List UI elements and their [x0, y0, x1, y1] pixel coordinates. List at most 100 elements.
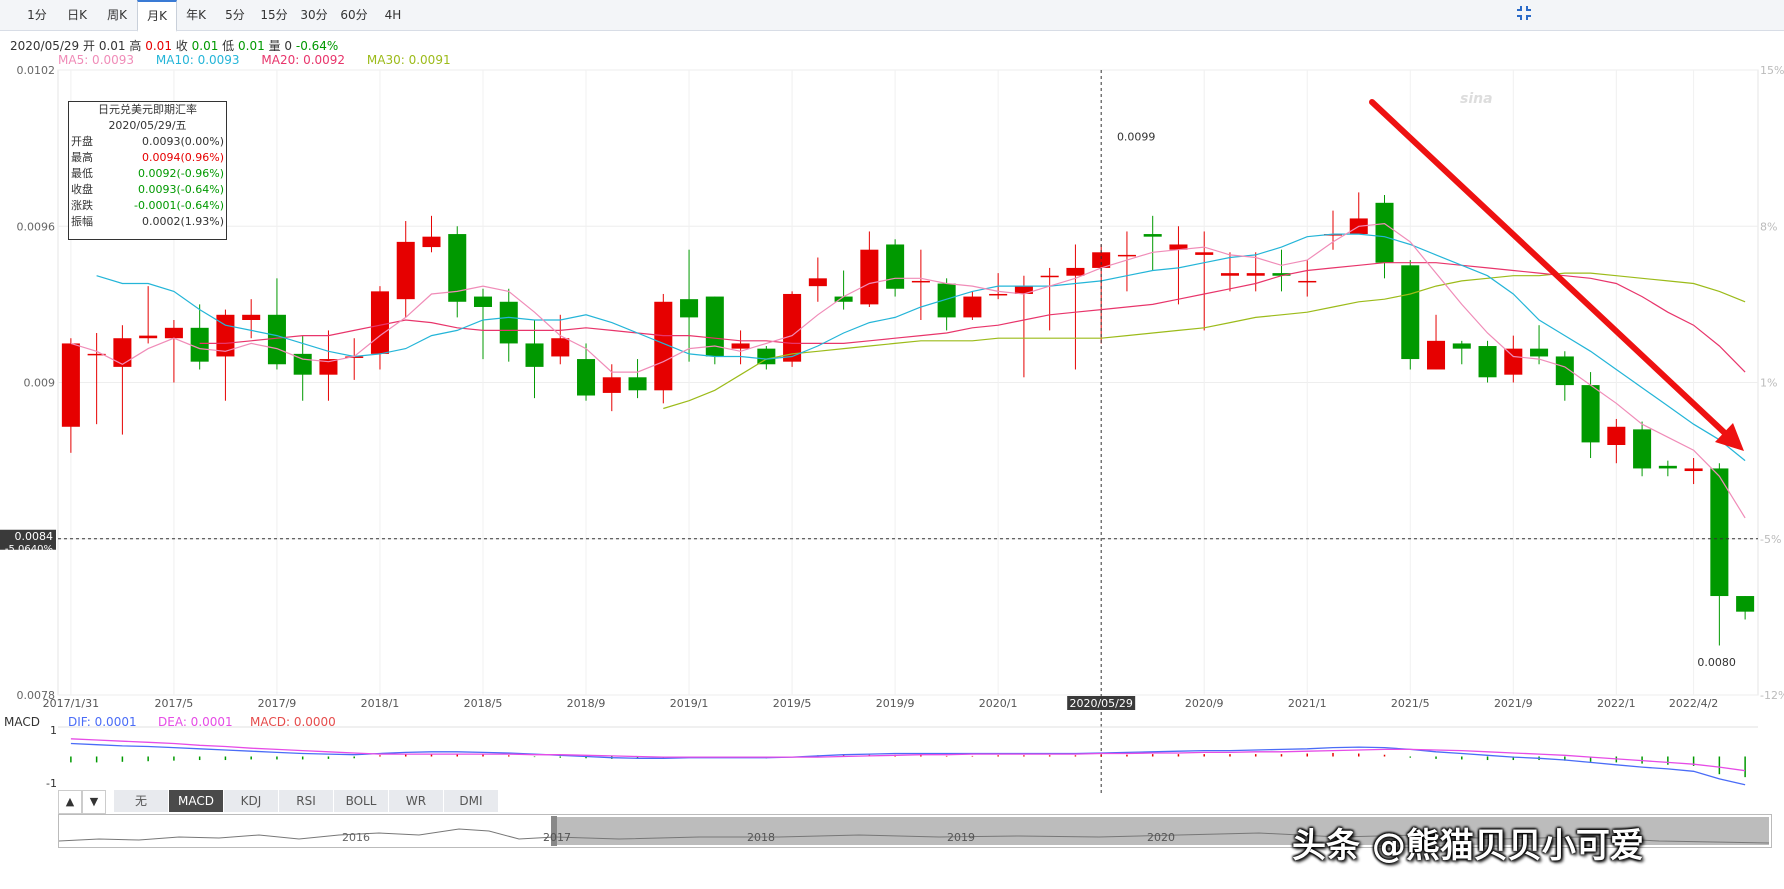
watermark-text: 头条 @熊猫贝贝小可爱: [1292, 826, 1644, 866]
navigator-year: 2017: [543, 831, 571, 844]
candle-body: [87, 353, 106, 356]
candle-body: [422, 236, 441, 248]
info-high: 0.01: [145, 39, 172, 53]
tooltip-key: 开盘: [71, 135, 93, 148]
candle-body: [577, 359, 596, 396]
tooltip-key: 最高: [71, 151, 93, 164]
scroll-down-button[interactable]: ▼: [82, 790, 106, 814]
indicator-tab-wr[interactable]: WR: [389, 790, 444, 812]
x-tick-label: 2017/5: [155, 697, 194, 710]
x-tick-label: 2019/5: [773, 697, 812, 710]
candle-body: [1555, 356, 1574, 386]
info-vol: 0: [284, 39, 293, 53]
tooltip-key: 涨跌: [71, 199, 93, 212]
candle-body: [1169, 244, 1188, 250]
info-open-label: 开: [83, 39, 96, 53]
crosshair-date-box: [1067, 696, 1136, 710]
macd-value-legend: MACD: 0.0000: [250, 715, 336, 729]
crosshair-pct-label: -5.0640%: [5, 544, 53, 555]
tooltip-row-change: 涨跌 -0.0001(-0.64%): [69, 198, 226, 214]
candle-body: [1349, 218, 1368, 235]
navigator-year: 2019: [947, 831, 975, 844]
tab-15min[interactable]: 15分: [255, 0, 293, 30]
candle-body: [731, 343, 750, 349]
tooltip-row-low: 最低 0.0092(-0.96%): [69, 166, 226, 182]
tooltip-row-high: 最高 0.0094(0.96%): [69, 150, 226, 166]
x-tick-label: 2022/1: [1597, 697, 1636, 710]
ma10-line: [96, 233, 1746, 462]
candlestick-chart[interactable]: 0.0102 0.0096 0.009 0.0078 15% 8% 1% -5% -12% 201…: [0, 0, 1784, 889]
tooltip-value: -0.0001(-0.64%): [134, 199, 224, 212]
candle-body: [628, 377, 647, 391]
ohlc-info-line: 2020/05/29 开 0.01 高 0.01 收 0.01 低 0.01 量…: [10, 37, 338, 54]
ma20-line: [199, 262, 1746, 373]
candle-body: [963, 296, 982, 318]
scroll-up-button[interactable]: ▲: [58, 790, 82, 814]
pct-tick-label: 8%: [1760, 220, 1777, 233]
x-tick-label: 2018/1: [361, 697, 400, 710]
candle-body: [139, 335, 158, 339]
tab-60min[interactable]: 60分: [335, 0, 373, 30]
candle-body: [1710, 468, 1729, 597]
macd-dif-legend: DIF: 0.0001: [68, 715, 137, 729]
indicator-tab-none[interactable]: 无: [114, 790, 169, 812]
sina-logo: sina: [1460, 91, 1493, 107]
info-low: 0.01: [238, 39, 265, 53]
macd-dea-line: [70, 738, 1746, 772]
candle-body: [1504, 348, 1523, 375]
candle-body: [551, 338, 570, 357]
candle-body: [1478, 346, 1497, 378]
candle-body: [1117, 254, 1136, 257]
candle-body: [989, 293, 1008, 296]
y-tick-label: 0.0096: [17, 220, 56, 233]
tab-daily-k[interactable]: 日K: [58, 0, 96, 30]
x-tick-label: 2018/9: [567, 697, 606, 710]
candle-body: [602, 377, 621, 393]
macd-label: MACD: [4, 715, 40, 729]
candle-body: [860, 249, 879, 305]
tab-monthly-k[interactable]: 月K: [137, 0, 177, 32]
info-change: -0.64%: [295, 39, 339, 53]
tab-1min[interactable]: 1分: [18, 0, 56, 30]
candle-body: [1607, 426, 1626, 445]
candle-body: [61, 343, 80, 427]
candle-body: [937, 283, 956, 318]
x-tick-label: 2022/4/2: [1669, 697, 1718, 710]
tooltip-row-open: 开盘 0.0093(0.00%): [69, 134, 226, 150]
candle-body: [886, 244, 905, 289]
pct-tick-label: 1%: [1760, 377, 1777, 390]
candle-body: [345, 356, 364, 358]
macd-dif-line: [70, 742, 1746, 786]
indicator-tab-macd[interactable]: MACD: [169, 790, 224, 812]
tab-5min[interactable]: 5分: [217, 0, 253, 30]
candle-body: [319, 359, 338, 375]
candle-body: [267, 314, 286, 365]
macd-axis-bottom: -1: [46, 777, 57, 790]
indicator-tab-boll[interactable]: BOLL: [334, 790, 389, 812]
compress-icon[interactable]: [1515, 4, 1533, 22]
min-annotation: 0.0080: [1697, 656, 1736, 669]
tooltip-row-close: 收盘 0.0093(-0.64%): [69, 182, 226, 198]
candle-body: [808, 278, 827, 287]
indicator-tab-dmi[interactable]: DMI: [444, 790, 499, 812]
candle-body: [1427, 340, 1446, 370]
candle-body: [1143, 234, 1162, 237]
tooltip-key: 振幅: [71, 215, 93, 228]
indicator-tab-kdj[interactable]: KDJ: [224, 790, 279, 812]
info-high-label: 高: [129, 39, 142, 53]
tab-weekly-k[interactable]: 周K: [98, 0, 136, 30]
candle-body: [1736, 596, 1755, 612]
indicator-tab-rsi[interactable]: RSI: [279, 790, 334, 812]
ma-legend: MA5: 0.0093 MA10: 0.0093 MA20: 0.0092 MA…: [58, 53, 469, 67]
tab-30min[interactable]: 30分: [295, 0, 333, 30]
candle-body: [164, 327, 183, 339]
ma5-line: [70, 222, 1746, 519]
candle-body: [1195, 252, 1214, 255]
tab-4h[interactable]: 4H: [375, 0, 411, 30]
y-tick-label: 0.0102: [17, 64, 56, 77]
max-annotation: 0.0099: [1117, 130, 1156, 143]
candle-body: [242, 314, 261, 320]
x-tick-label: 2019/9: [876, 697, 915, 710]
info-close-label: 收: [175, 39, 188, 53]
tab-yearly-k[interactable]: 年K: [177, 0, 215, 30]
